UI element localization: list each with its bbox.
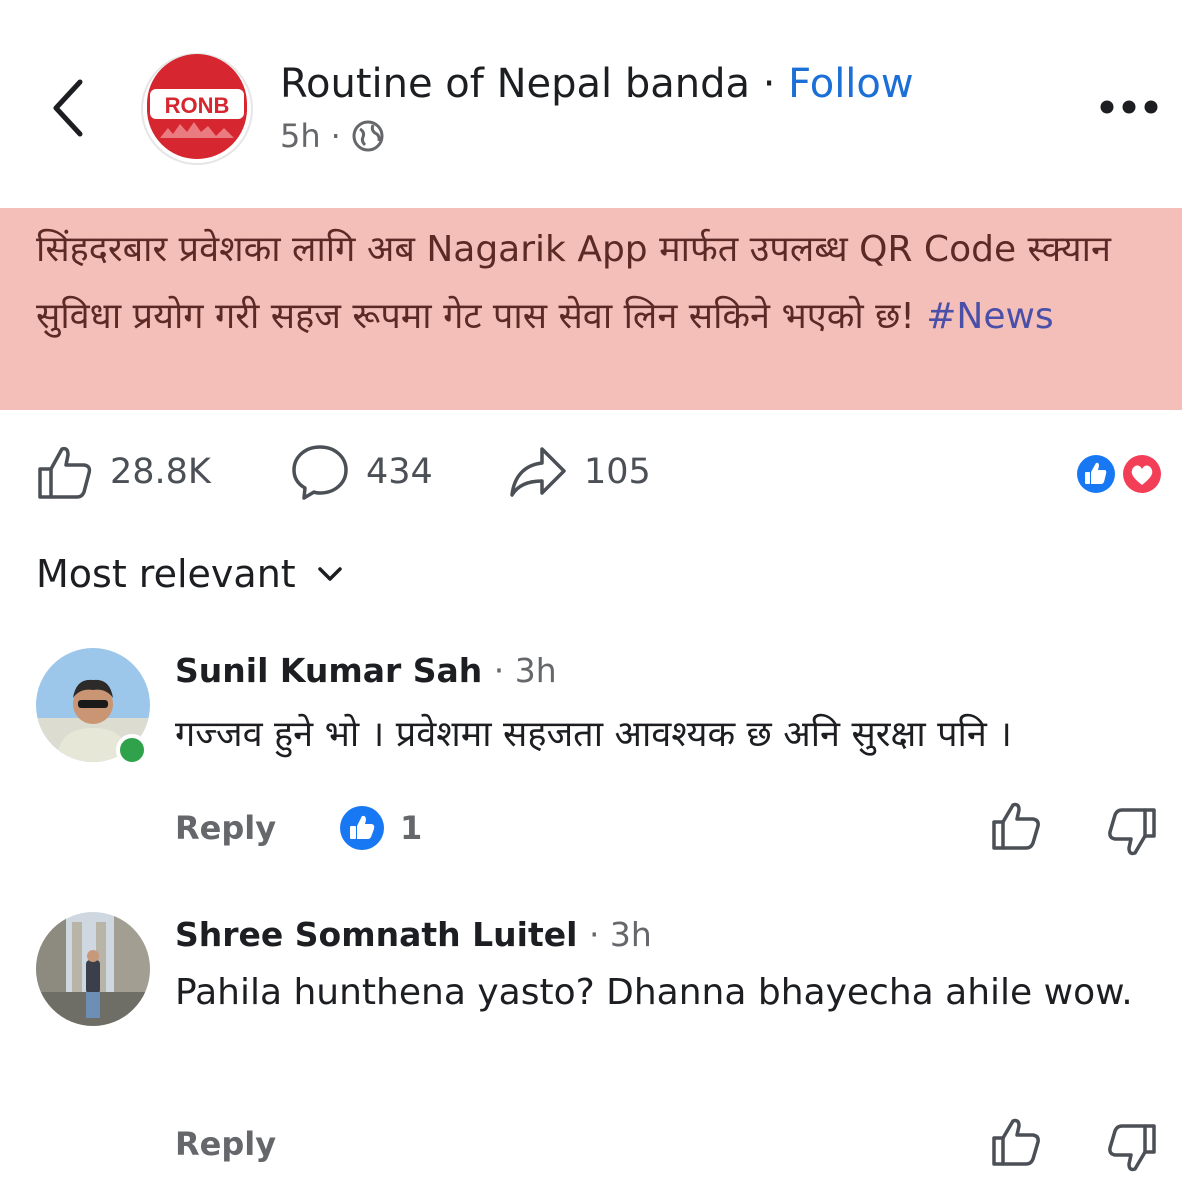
page-avatar[interactable]: RONB [140,52,254,166]
like-reaction-icon [338,804,386,852]
thumbs-up-outline-icon [992,802,1040,850]
comment-item [36,648,150,766]
more-icon [1100,100,1158,114]
share-arrow-icon [508,443,568,501]
chevron-down-icon [316,565,344,583]
post-time[interactable]: 5h [280,114,321,158]
post-header-title: Routine of Nepal banda · Follow [280,56,914,112]
comment-sort-dropdown[interactable]: Most relevant [36,548,344,600]
ronb-logo: RONB [141,53,253,165]
online-status-indicator [116,734,148,766]
like-reaction-icon [1074,452,1118,496]
page-name[interactable]: Routine of Nepal banda [280,61,750,107]
comment-time: · 3h [588,915,652,954]
reply-button[interactable]: Reply [175,1122,276,1166]
comment-upvote-button[interactable] [990,800,1042,852]
comment-bubble-icon [290,443,350,501]
thumbs-up-outline-icon [992,1118,1040,1166]
comment-downvote-button[interactable] [1106,1122,1158,1174]
comment-author[interactable]: Sunil Kumar Sah [175,651,482,690]
post-text: सिंहदरबार प्रवेशका लागि अब Nagarik App म… [36,216,1166,350]
reaction-summary[interactable] [1072,450,1168,498]
follow-button[interactable]: Follow [788,61,913,107]
thumbs-down-outline-icon [1108,808,1156,856]
post-meta: 5h · [280,114,385,158]
comment-like-summary[interactable]: 1 [338,804,422,852]
reply-button[interactable]: Reply [175,806,276,850]
more-options-button[interactable] [1096,90,1162,124]
comment-like-count: 1 [400,809,423,847]
comment-button[interactable]: 434 [290,440,433,504]
chevron-left-icon [53,79,83,137]
comment-time: · 3h [493,651,557,690]
logo-text: RONB [165,93,230,118]
share-button[interactable]: 105 [508,440,651,504]
comment-downvote-button[interactable] [1106,806,1158,858]
like-count: 28.8K [110,452,211,492]
comment-author-line: Sunil Kumar Sah · 3h [175,648,557,694]
like-button[interactable]: 28.8K [36,440,211,504]
comment-text: Pahila hunthena yasto? Dhanna bhayecha a… [175,972,1133,1013]
love-reaction-icon [1120,452,1164,496]
back-button[interactable] [40,72,100,144]
share-count: 105 [584,452,651,492]
comment-author[interactable]: Shree Somnath Luitel [175,915,577,954]
sort-label: Most relevant [36,552,296,596]
avatar[interactable] [36,912,150,1026]
title-separator: · [749,61,789,107]
comment-author-line: Shree Somnath Luitel · 3h [175,912,652,958]
meta-dot: · [330,117,341,155]
globe-icon [351,119,385,153]
comment-item [36,912,150,1026]
thumbs-down-outline-icon [1108,1124,1156,1172]
comment-upvote-button[interactable] [990,1116,1042,1168]
comment-text: गज्जव हुने भो । प्रवेशमा सहजता आवश्यक छ … [175,714,1012,755]
thumbs-up-icon [36,443,94,501]
hashtag-link[interactable]: #News [926,296,1053,337]
comment-count: 434 [366,452,433,492]
